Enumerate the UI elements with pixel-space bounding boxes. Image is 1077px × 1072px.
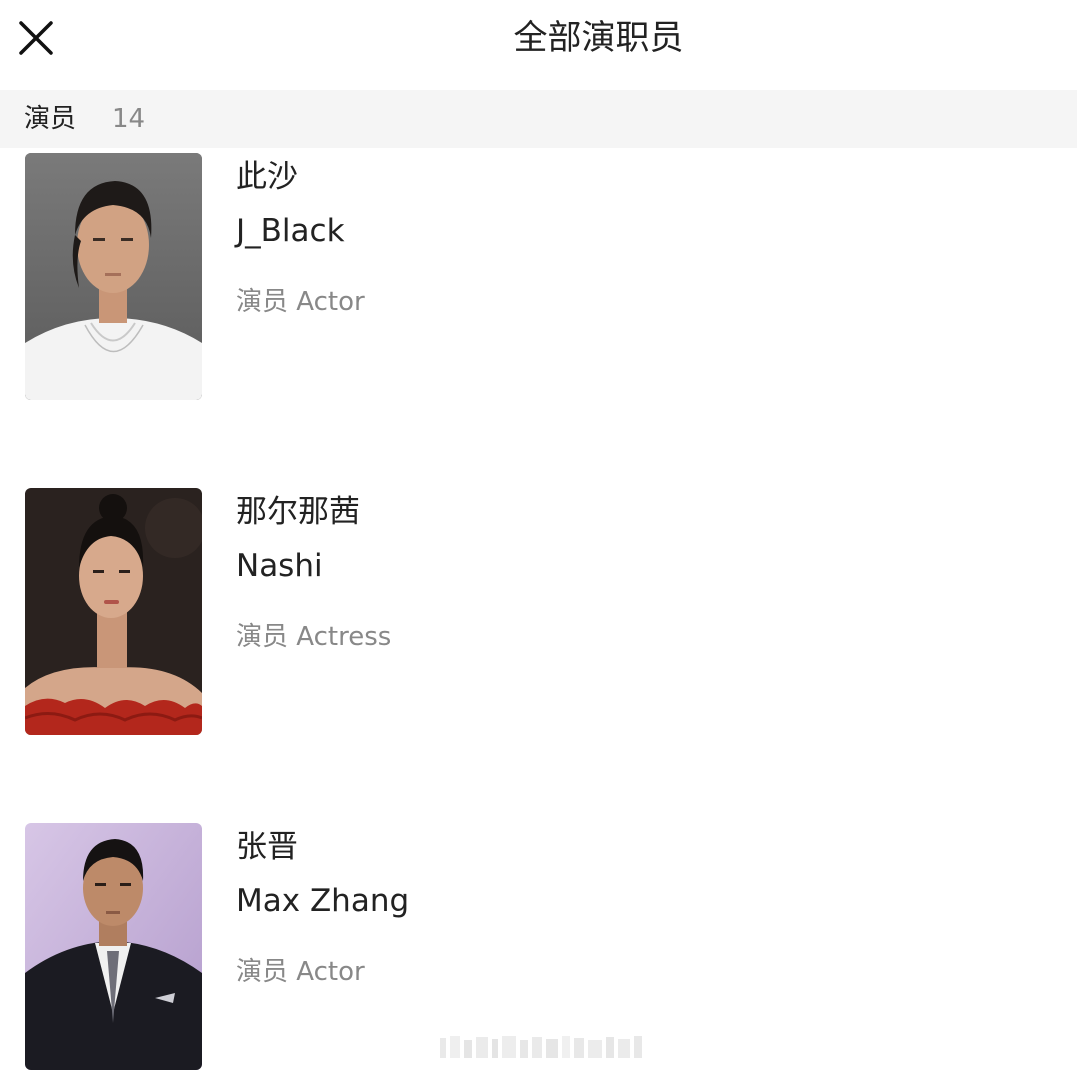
top-bar: 全部演职员	[0, 0, 1077, 90]
cast-name-cn: 那尔那茜	[236, 494, 360, 530]
cast-item[interactable]: 张晋 Max Zhang 演员 Actor	[0, 818, 1077, 1070]
cast-role: 演员 Actor	[236, 957, 365, 987]
cast-item[interactable]: 那尔那茜 Nashi 演员 Actress	[0, 483, 1077, 735]
cast-name-en: Nashi	[236, 548, 323, 584]
watermark	[440, 1034, 642, 1060]
cast-portrait	[25, 823, 202, 1070]
cast-item[interactable]: 此沙 J_Black 演员 Actor	[0, 148, 1077, 400]
cast-name-cn: 此沙	[236, 159, 298, 195]
page-title: 全部演职员	[513, 18, 684, 58]
section-count: 14	[112, 104, 146, 134]
cast-name-en: Max Zhang	[236, 883, 410, 919]
cast-name-en: J_Black	[236, 213, 345, 249]
cast-role: 演员 Actress	[236, 622, 392, 652]
cast-role: 演员 Actor	[236, 287, 365, 317]
cast-portrait	[25, 153, 202, 400]
cast-portrait	[25, 488, 202, 735]
section-label: 演员	[24, 104, 77, 134]
section-header: 演员 14	[0, 90, 1077, 148]
cast-name-cn: 张晋	[236, 829, 298, 865]
